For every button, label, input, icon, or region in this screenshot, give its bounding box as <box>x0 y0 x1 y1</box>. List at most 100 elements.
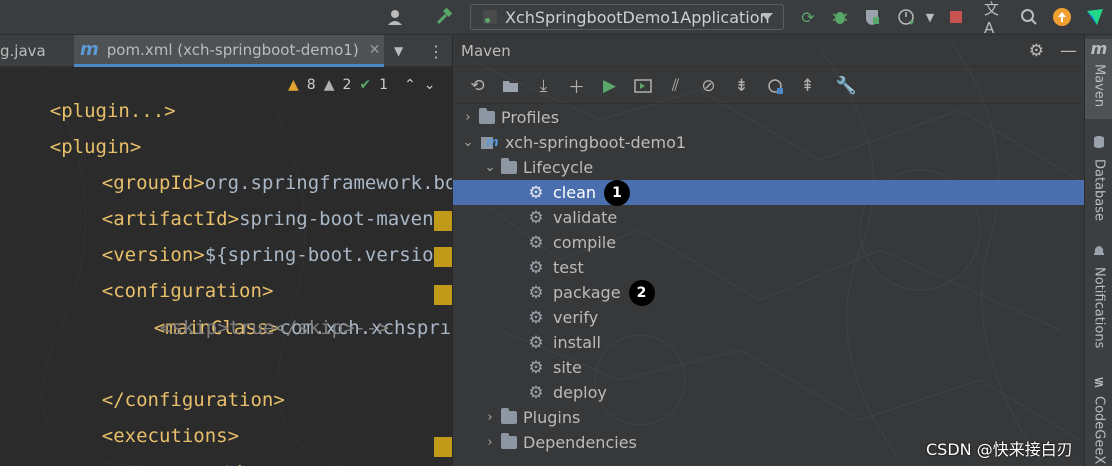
download-icon[interactable]: ⤓ <box>527 72 560 100</box>
database-icon <box>1092 135 1106 153</box>
build-hammer-icon[interactable] <box>433 6 455 28</box>
tree-item-label: Profiles <box>501 108 560 127</box>
code-line: <version>${spring-boot.versio <box>101 244 434 266</box>
watermark-text: CSDN @快来接白刃 <box>926 440 1073 459</box>
tree-item-goal-deploy[interactable]: ⚙ deploy <box>453 380 1085 405</box>
run-icon[interactable]: ▶ <box>593 72 626 100</box>
expand-icon[interactable]: ⇞ <box>791 72 824 100</box>
user-icon[interactable] <box>384 6 406 28</box>
sidebar-tab-notifications[interactable]: Notifications <box>1085 243 1112 373</box>
chevron-up-icon[interactable]: ⌃ <box>404 77 416 93</box>
skip-tests-icon[interactable]: ⊘ <box>692 72 725 100</box>
chevron-down-icon[interactable]: ⌄ <box>424 77 436 93</box>
debug-bug-icon[interactable] <box>829 6 851 28</box>
maven-m-icon: m <box>1090 39 1108 58</box>
error-stripe-marker <box>434 211 452 231</box>
chevron-right-icon: › <box>487 410 493 425</box>
sidebar-tab-label: CodeGeeX <box>1091 396 1107 465</box>
maven-toolbar: ⟲ ⤓ ＋ ▶ ⫽ ⊘ ⇟ ⇞ 🔧 <box>453 68 1085 104</box>
tab-pom-xml[interactable]: m pom.xml (xch-springboot-demo1) ✕ <box>74 35 384 67</box>
profiler-icon[interactable] <box>895 6 917 28</box>
gear-icon: ⚙ <box>528 282 544 303</box>
inspection-widget[interactable]: ▲ 8 ▲ 2 ✔ 1 ⌃ ⌄ <box>288 67 448 103</box>
goal-label: validate <box>553 208 618 227</box>
bell-icon <box>1092 243 1106 261</box>
tree-item-label: Dependencies <box>523 433 637 452</box>
spring-app-icon <box>483 10 497 24</box>
maven-tool-window: Maven ⚙ — ⟲ ⤓ ＋ ▶ ⫽ ⊘ ⇟ ⇞ 🔧 › Profiles ⌄… <box>452 35 1085 466</box>
goal-label: site <box>553 358 582 377</box>
tree-item-goal-test[interactable]: ⚙ test <box>453 255 1085 280</box>
gear-icon: ⚙ <box>528 382 544 403</box>
tab-java-file[interactable]: g.java <box>0 35 70 67</box>
close-icon[interactable]: ✕ <box>369 42 381 58</box>
warning-icon: ▲ <box>288 77 299 93</box>
run-configuration-select[interactable]: XchSpringbootDemo1Application <box>470 4 784 30</box>
tree-item-lifecycle[interactable]: ⌄ Lifecycle <box>453 155 1085 180</box>
more-options-icon[interactable]: ⋮ <box>428 35 444 67</box>
reload-icon[interactable]: ⟲ <box>461 72 494 100</box>
code-line: <artifactId>spring-boot-maven-p <box>101 208 452 230</box>
settings-wrench-icon[interactable]: 🔧 <box>830 72 863 100</box>
maven-title: Maven <box>461 41 511 60</box>
step-badge: 2 <box>628 279 655 306</box>
tree-item-goal-install[interactable]: ⚙ install <box>453 330 1085 355</box>
chevron-right-icon: › <box>465 110 471 125</box>
code-line: <execution> <box>108 419 280 466</box>
tree-item-goal-site[interactable]: ⚙ site <box>453 355 1085 380</box>
gear-icon: ⚙ <box>528 357 544 378</box>
sidebar-tab-maven[interactable]: m Maven <box>1085 39 1112 119</box>
check-icon: ✔ <box>359 77 372 93</box>
chevron-down-icon[interactable]: ▼ <box>394 35 403 67</box>
folder-gear-icon <box>501 158 517 174</box>
error-stripe-marker <box>434 247 452 267</box>
update-icon[interactable] <box>1051 6 1073 28</box>
goal-label: package <box>553 283 621 302</box>
goal-label: test <box>553 258 584 277</box>
add-folder-icon[interactable] <box>494 72 527 100</box>
chevron-down-icon[interactable]: ▼ <box>919 6 941 28</box>
tree-item-profiles[interactable]: › Profiles <box>453 105 1085 130</box>
collapse-icon[interactable]: ⇟ <box>725 72 758 100</box>
sidebar-tab-database[interactable]: Database <box>1085 135 1112 235</box>
gear-icon: ⚙ <box>528 332 544 353</box>
tree-item-goal-package[interactable]: ⚙ package 2 <box>453 279 1085 306</box>
toggle-offline-icon[interactable]: ⫽ <box>659 72 692 100</box>
sidebar-tab-label: Notifications <box>1091 267 1107 349</box>
gear-icon[interactable]: ⚙ <box>1029 41 1044 61</box>
tree-item-goal-clean[interactable]: ⚙ clean 1 <box>453 179 1085 206</box>
tree-item-label: Lifecycle <box>523 158 594 177</box>
tree-item-goal-verify[interactable]: ⚙ verify <box>453 305 1085 330</box>
tree-item-goal-compile[interactable]: ⚙ compile <box>453 230 1085 255</box>
show-deps-icon[interactable] <box>758 72 791 100</box>
tree-item-plugins[interactable]: › Plugins <box>453 405 1085 430</box>
error-stripe-marker <box>434 437 452 457</box>
code-editor[interactable]: <plugin...> ▲ 8 ▲ 2 ✔ 1 ⌃ ⌄ <plugin> <group… <box>0 67 452 466</box>
maven-header: Maven ⚙ — <box>453 35 1085 67</box>
right-tool-strip: m Maven Database Notifications ≶ CodeGee… <box>1084 35 1112 466</box>
codegeex-icon: ≶ <box>1093 375 1105 390</box>
main-toolbar: XchSpringbootDemo1Application ⟳ ▼ 文A <box>0 0 1112 37</box>
ide-logo-icon[interactable] <box>1084 6 1106 28</box>
tab-label: pom.xml (xch-springboot-demo1) <box>106 40 359 59</box>
folder-gear-icon <box>501 408 517 424</box>
warning-count: 8 <box>306 77 316 93</box>
minimize-icon[interactable]: — <box>1060 41 1077 61</box>
code-line: </configuration> <box>101 389 285 411</box>
code-line: <groupId>org.springframework.bo <box>101 172 452 194</box>
search-icon[interactable] <box>1018 6 1040 28</box>
translate-icon[interactable]: 文A <box>984 0 1006 37</box>
execute-goal-icon[interactable] <box>626 72 659 100</box>
tree-item-project[interactable]: ⌄ xch-springboot-demo1 <box>453 130 1085 155</box>
coverage-icon[interactable] <box>861 6 883 28</box>
rerun-icon[interactable]: ⟳ <box>797 6 819 28</box>
sidebar-tab-label: Database <box>1091 159 1107 222</box>
tree-item-goal-validate[interactable]: ⚙ validate <box>453 205 1085 230</box>
code-line: <skip>true</skip>--> <box>160 317 389 339</box>
stop-icon[interactable] <box>945 6 967 28</box>
sidebar-tab-codegeex[interactable]: ≶ CodeGeeX <box>1085 375 1112 466</box>
maven-project-icon <box>481 135 499 151</box>
chevron-down-icon: ⌄ <box>484 160 496 175</box>
plus-icon[interactable]: ＋ <box>560 72 593 100</box>
gear-icon: ⚙ <box>528 182 544 203</box>
